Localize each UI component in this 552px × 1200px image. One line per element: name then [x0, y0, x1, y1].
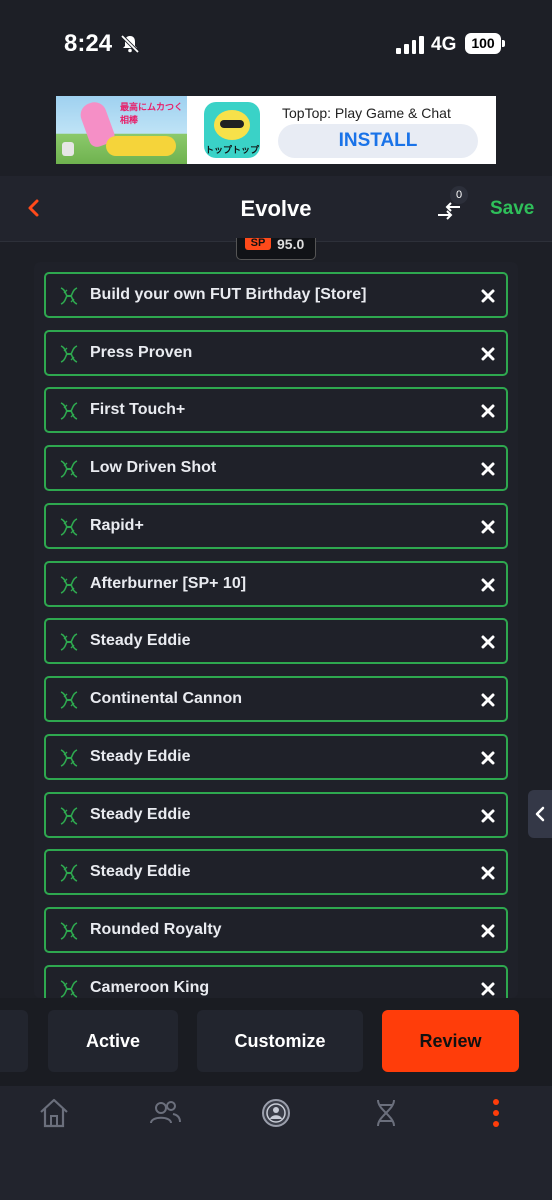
save-button[interactable]: Save — [490, 198, 534, 220]
ad-title: TopTop: Play Game & Chat — [282, 105, 451, 121]
remove-x-icon[interactable] — [481, 578, 495, 592]
dna-icon — [60, 287, 78, 305]
remove-x-icon[interactable] — [481, 751, 495, 765]
list-item[interactable]: Afterburner [SP+ 10] — [44, 561, 508, 607]
active-button[interactable]: Active — [48, 1010, 178, 1072]
list-item[interactable]: Steady Eddie — [44, 734, 508, 780]
remove-x-icon[interactable] — [481, 404, 495, 418]
ad-banner[interactable]: 最高にムカつく相棒 トップトップ TopTop: Play Game & Cha… — [56, 96, 496, 164]
evolution-label: Steady Eddie — [90, 806, 191, 823]
evolution-label: Steady Eddie — [90, 632, 191, 649]
battery-tip — [502, 40, 505, 47]
evolution-label: Press Proven — [90, 344, 193, 361]
dna-icon[interactable] — [369, 1096, 403, 1130]
list-item[interactable]: Rounded Royalty — [44, 907, 508, 953]
dna-icon — [60, 864, 78, 882]
list-item[interactable]: Build your own FUT Birthday [Store] — [44, 272, 508, 318]
remove-x-icon[interactable] — [481, 693, 495, 707]
remove-x-icon[interactable] — [481, 635, 495, 649]
evolution-label: Cameroon King — [90, 979, 210, 996]
ad-app-icon[interactable]: トップトップ — [204, 102, 260, 158]
remove-x-icon[interactable] — [481, 924, 495, 938]
list-item[interactable]: First Touch+ — [44, 387, 508, 433]
network-type: 4G — [431, 34, 457, 55]
dna-icon — [60, 345, 78, 363]
customize-button[interactable]: Customize — [197, 1010, 363, 1072]
club-icon[interactable] — [259, 1096, 293, 1130]
battery-icon: 100 — [465, 33, 501, 54]
remove-x-icon[interactable] — [481, 520, 495, 534]
action-bar: Active Customize Review — [0, 998, 552, 1086]
dna-icon — [60, 807, 78, 825]
list-item[interactable]: Steady Eddie — [44, 849, 508, 895]
more-vertical-icon[interactable] — [479, 1096, 513, 1130]
page-title: Evolve — [240, 196, 312, 221]
evolution-label: Steady Eddie — [90, 863, 191, 880]
remove-x-icon[interactable] — [481, 866, 495, 880]
dna-icon — [60, 633, 78, 651]
evolution-label: Continental Cannon — [90, 690, 242, 707]
dna-icon — [60, 402, 78, 420]
list-item[interactable]: Cameroon King — [44, 965, 508, 998]
list-item[interactable]: Rapid+ — [44, 503, 508, 549]
ad-game-image[interactable]: 最高にムカつく相棒 — [56, 96, 187, 164]
dna-icon — [60, 691, 78, 709]
review-button[interactable]: Review — [382, 1010, 519, 1072]
list-item[interactable]: Steady Eddie — [44, 618, 508, 664]
rating-value: 95.0 — [277, 238, 305, 252]
evolution-list: Build your own FUT Birthday [Store] Pres… — [34, 262, 518, 998]
ad-choices-icon[interactable] — [62, 142, 74, 156]
dna-icon — [60, 460, 78, 478]
ad-image-text: 最高にムカつく相棒 — [120, 102, 184, 125]
list-item[interactable]: Continental Cannon — [44, 676, 508, 722]
side-drawer-handle[interactable] — [528, 790, 552, 838]
evolve-screen: 8:24 4G 100 最高にムカつく相棒 トップトップ TopTop: Pla… — [0, 0, 552, 1200]
evolution-label: Steady Eddie — [90, 748, 191, 765]
ad-app-eyes — [220, 120, 244, 128]
evolution-label: First Touch+ — [90, 401, 186, 418]
users-icon[interactable] — [148, 1096, 182, 1130]
list-item[interactable]: Steady Eddie — [44, 792, 508, 838]
rating-tag: SP — [245, 238, 271, 250]
evolution-label: Rounded Royalty — [90, 921, 222, 938]
bell-off-icon — [120, 34, 140, 54]
dna-icon — [60, 518, 78, 536]
home-icon[interactable] — [37, 1096, 71, 1130]
ad-app-icon-text: トップトップ — [204, 145, 259, 155]
list-item[interactable]: Press Proven — [44, 330, 508, 376]
evolution-label: Build your own FUT Birthday [Store] — [90, 286, 367, 303]
dna-icon — [60, 980, 78, 998]
header: Evolve 0 Save — [0, 176, 552, 242]
signal-icon — [396, 36, 424, 54]
player-rating-chip: SP 95.0 — [236, 238, 316, 260]
evolution-label: Low Driven Shot — [90, 459, 217, 476]
list-item[interactable]: Low Driven Shot — [44, 445, 508, 491]
remove-x-icon[interactable] — [481, 982, 495, 996]
status-bar: 8:24 4G 100 — [0, 0, 552, 90]
remove-x-icon[interactable] — [481, 809, 495, 823]
remove-x-icon[interactable] — [481, 289, 495, 303]
compare-count-badge: 0 — [450, 186, 468, 204]
status-time: 8:24 — [64, 30, 113, 57]
evolution-label: Afterburner [SP+ 10] — [90, 575, 247, 592]
ad-yellow-character — [106, 136, 176, 156]
evolution-label: Rapid+ — [90, 517, 144, 534]
dna-icon — [60, 922, 78, 940]
dna-icon — [60, 749, 78, 767]
chevron-left-icon — [535, 806, 545, 822]
remove-x-icon[interactable] — [481, 347, 495, 361]
dna-icon — [60, 576, 78, 594]
remove-x-icon[interactable] — [481, 462, 495, 476]
ad-install-button[interactable]: INSTALL — [278, 124, 478, 158]
previous-tab-button[interactable] — [0, 1010, 28, 1072]
bottom-nav — [0, 1086, 552, 1200]
